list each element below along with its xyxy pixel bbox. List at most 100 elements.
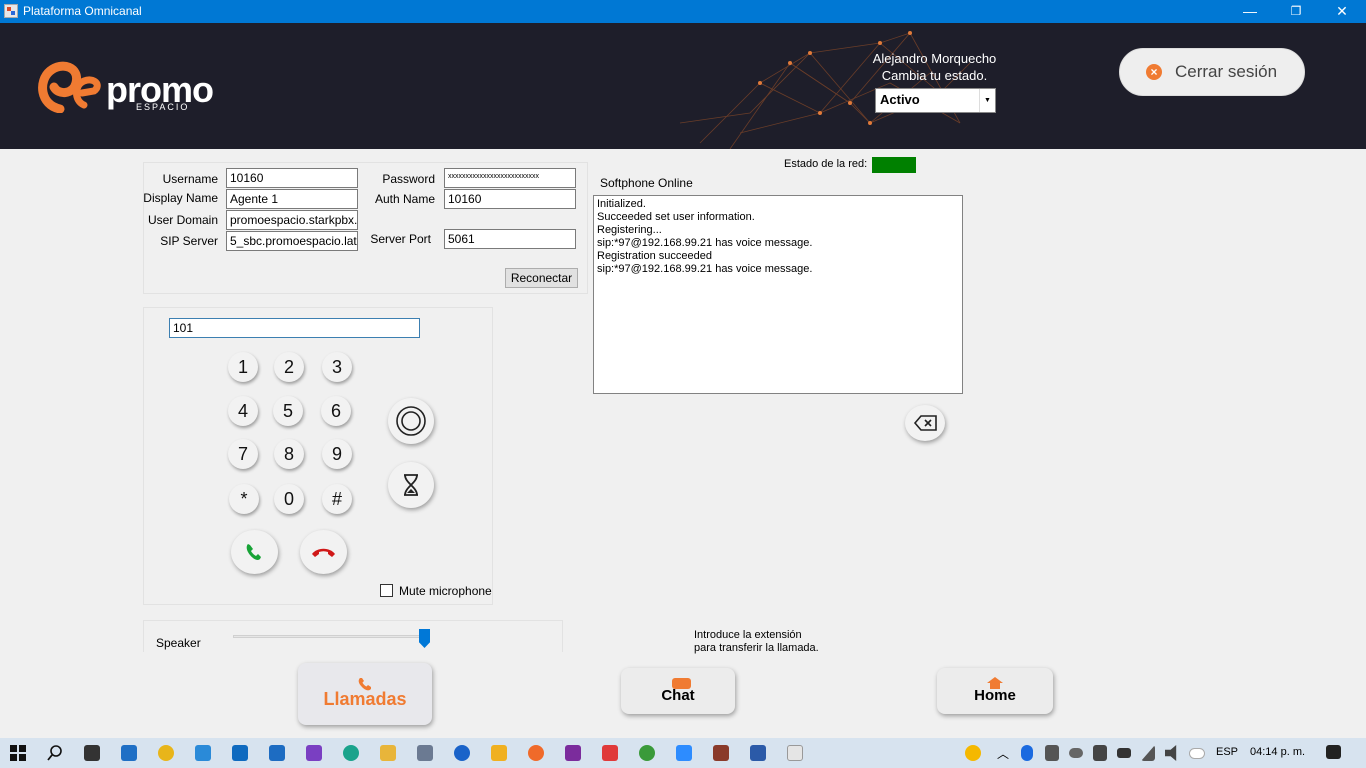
- transfer-hint-line: Introduce la extensión: [694, 629, 802, 641]
- auth-name-field[interactable]: 10160: [444, 189, 576, 209]
- dial-key-hash[interactable]: #: [322, 484, 352, 514]
- dial-key-5[interactable]: 5: [273, 396, 303, 426]
- logo-subtext: ESPACIO: [136, 102, 190, 112]
- hangup-button[interactable]: [300, 530, 347, 574]
- dial-number-input[interactable]: 101: [169, 318, 420, 338]
- logout-label: Cerrar sesión: [1175, 62, 1278, 81]
- language-indicator[interactable]: ESP: [1216, 746, 1238, 758]
- transfer-hint: Introduce la extensión para transferir l…: [694, 629, 819, 655]
- chrome-icon[interactable]: [158, 745, 174, 761]
- user-domain-label: User Domain: [147, 213, 218, 227]
- display-name-field[interactable]: Agente 1: [226, 189, 358, 209]
- restore-button[interactable]: ❐: [1273, 0, 1319, 23]
- visual-studio-icon[interactable]: [306, 745, 322, 761]
- postman-icon[interactable]: [528, 745, 544, 761]
- log-line: Registration succeeded: [597, 250, 712, 262]
- dial-key-6[interactable]: 6: [321, 396, 351, 426]
- app-header: promo ESPACIO Alejandro Morquecho Cambia…: [0, 23, 1366, 149]
- dial-key-1[interactable]: 1: [228, 352, 258, 382]
- anydesk-icon[interactable]: [602, 745, 618, 761]
- store-icon[interactable]: [121, 745, 137, 761]
- omnicanal-app-icon[interactable]: [787, 745, 803, 761]
- record-button[interactable]: [388, 398, 434, 444]
- speaker-label: Speaker: [156, 636, 201, 650]
- nav-home-label: Home: [974, 687, 1016, 704]
- terminal-icon[interactable]: [84, 745, 100, 761]
- maps-icon[interactable]: [454, 745, 470, 761]
- zoom-icon[interactable]: [676, 745, 692, 761]
- dial-key-star[interactable]: *: [229, 484, 259, 514]
- teamviewer-icon[interactable]: [232, 745, 248, 761]
- auth-name-label: Auth Name: [374, 192, 435, 206]
- promo-espacio-logo: promo ESPACIO: [38, 61, 238, 141]
- softphone-status: Softphone Online: [600, 176, 693, 190]
- dial-key-4[interactable]: 4: [228, 396, 258, 426]
- hourglass-icon: [404, 474, 418, 496]
- backspace-icon: [913, 415, 937, 431]
- onedrive-icon[interactable]: [1069, 748, 1083, 758]
- window-title: Plataforma Omnicanal: [23, 4, 142, 18]
- network-tool-icon[interactable]: [417, 745, 433, 761]
- backspace-button[interactable]: [905, 405, 945, 441]
- battery-icon[interactable]: [1117, 748, 1131, 758]
- edge-icon[interactable]: [343, 745, 359, 761]
- chevron-down-icon[interactable]: ▼: [979, 89, 995, 112]
- sip-server-field[interactable]: 5_sbc.promoespacio.lat: [226, 231, 358, 251]
- close-button[interactable]: ✕: [1319, 0, 1365, 23]
- server-port-field[interactable]: 5061: [444, 229, 576, 249]
- nav-chat-label: Chat: [661, 687, 695, 704]
- softphone-log[interactable]: Initialized. Succeeded set user informat…: [593, 195, 963, 394]
- log-line: sip:*97@192.168.99.21 has voice message.: [597, 263, 813, 275]
- user-domain-field[interactable]: promoespacio.starkpbx.com: [226, 210, 358, 230]
- sip-server-label: SIP Server: [160, 234, 218, 248]
- reconnect-button[interactable]: Reconectar: [505, 268, 578, 288]
- onenote-icon[interactable]: [565, 745, 581, 761]
- bluetooth-icon[interactable]: [1021, 745, 1033, 761]
- windows-start-icon[interactable]: [10, 745, 26, 761]
- weather-icon[interactable]: [965, 745, 981, 761]
- transfer-hint-line: para transferir la llamada.: [694, 642, 819, 654]
- dial-key-8[interactable]: 8: [274, 439, 304, 469]
- dial-key-3[interactable]: 3: [322, 352, 352, 382]
- window-titlebar: Plataforma Omnicanal — ❐ ✕: [0, 0, 1366, 23]
- password-field[interactable]: xxxxxxxxxxxxxxxxxxxxxxxxxx: [444, 168, 576, 188]
- user-name: Alejandro Morquecho: [872, 51, 997, 66]
- clock[interactable]: 04:14 p. m.: [1250, 746, 1305, 758]
- minimize-button[interactable]: —: [1227, 0, 1273, 23]
- phone-green-icon: [246, 544, 261, 560]
- dial-key-7[interactable]: 7: [228, 439, 258, 469]
- nav-calls-button[interactable]: Llamadas: [298, 663, 432, 725]
- dial-key-2[interactable]: 2: [274, 352, 304, 382]
- chrome-profile-icon[interactable]: [639, 745, 655, 761]
- status-value: Activo: [880, 92, 920, 107]
- dial-key-0[interactable]: 0: [274, 484, 304, 514]
- file-explorer-icon[interactable]: [380, 745, 396, 761]
- speaker-slider-track[interactable]: [233, 635, 428, 638]
- search-icon[interactable]: [47, 745, 63, 761]
- hold-button[interactable]: [388, 462, 434, 508]
- network-status-label: Estado de la red:: [784, 158, 868, 170]
- network-status-indicator: [872, 157, 916, 173]
- log-line: sip:*97@192.168.99.21 has voice message.: [597, 237, 813, 249]
- chevron-up-icon[interactable]: ︿: [997, 745, 1009, 762]
- nav-calls-label: Llamadas: [323, 689, 407, 709]
- call-button[interactable]: [231, 530, 278, 574]
- nav-home-button[interactable]: Home: [937, 668, 1053, 714]
- meet-now-icon[interactable]: [1045, 745, 1059, 761]
- logout-button[interactable]: × Cerrar sesión: [1119, 48, 1305, 96]
- mail-icon[interactable]: [269, 745, 285, 761]
- dial-key-9[interactable]: 9: [322, 439, 352, 469]
- mute-checkbox[interactable]: [380, 584, 393, 597]
- app-cube-icon[interactable]: [491, 745, 507, 761]
- word-icon[interactable]: [750, 745, 766, 761]
- notifications-icon[interactable]: [1326, 745, 1341, 759]
- app-icon: [4, 4, 18, 18]
- vscode-icon[interactable]: [195, 745, 211, 761]
- record-icon: [396, 406, 426, 436]
- nav-chat-button[interactable]: Chat: [621, 668, 735, 714]
- status-dropdown[interactable]: Activo ▼: [875, 88, 996, 113]
- security-icon[interactable]: [1093, 745, 1107, 761]
- winrar-icon[interactable]: [713, 745, 729, 761]
- cloud-icon[interactable]: [1189, 748, 1205, 759]
- username-field[interactable]: 10160: [226, 168, 358, 188]
